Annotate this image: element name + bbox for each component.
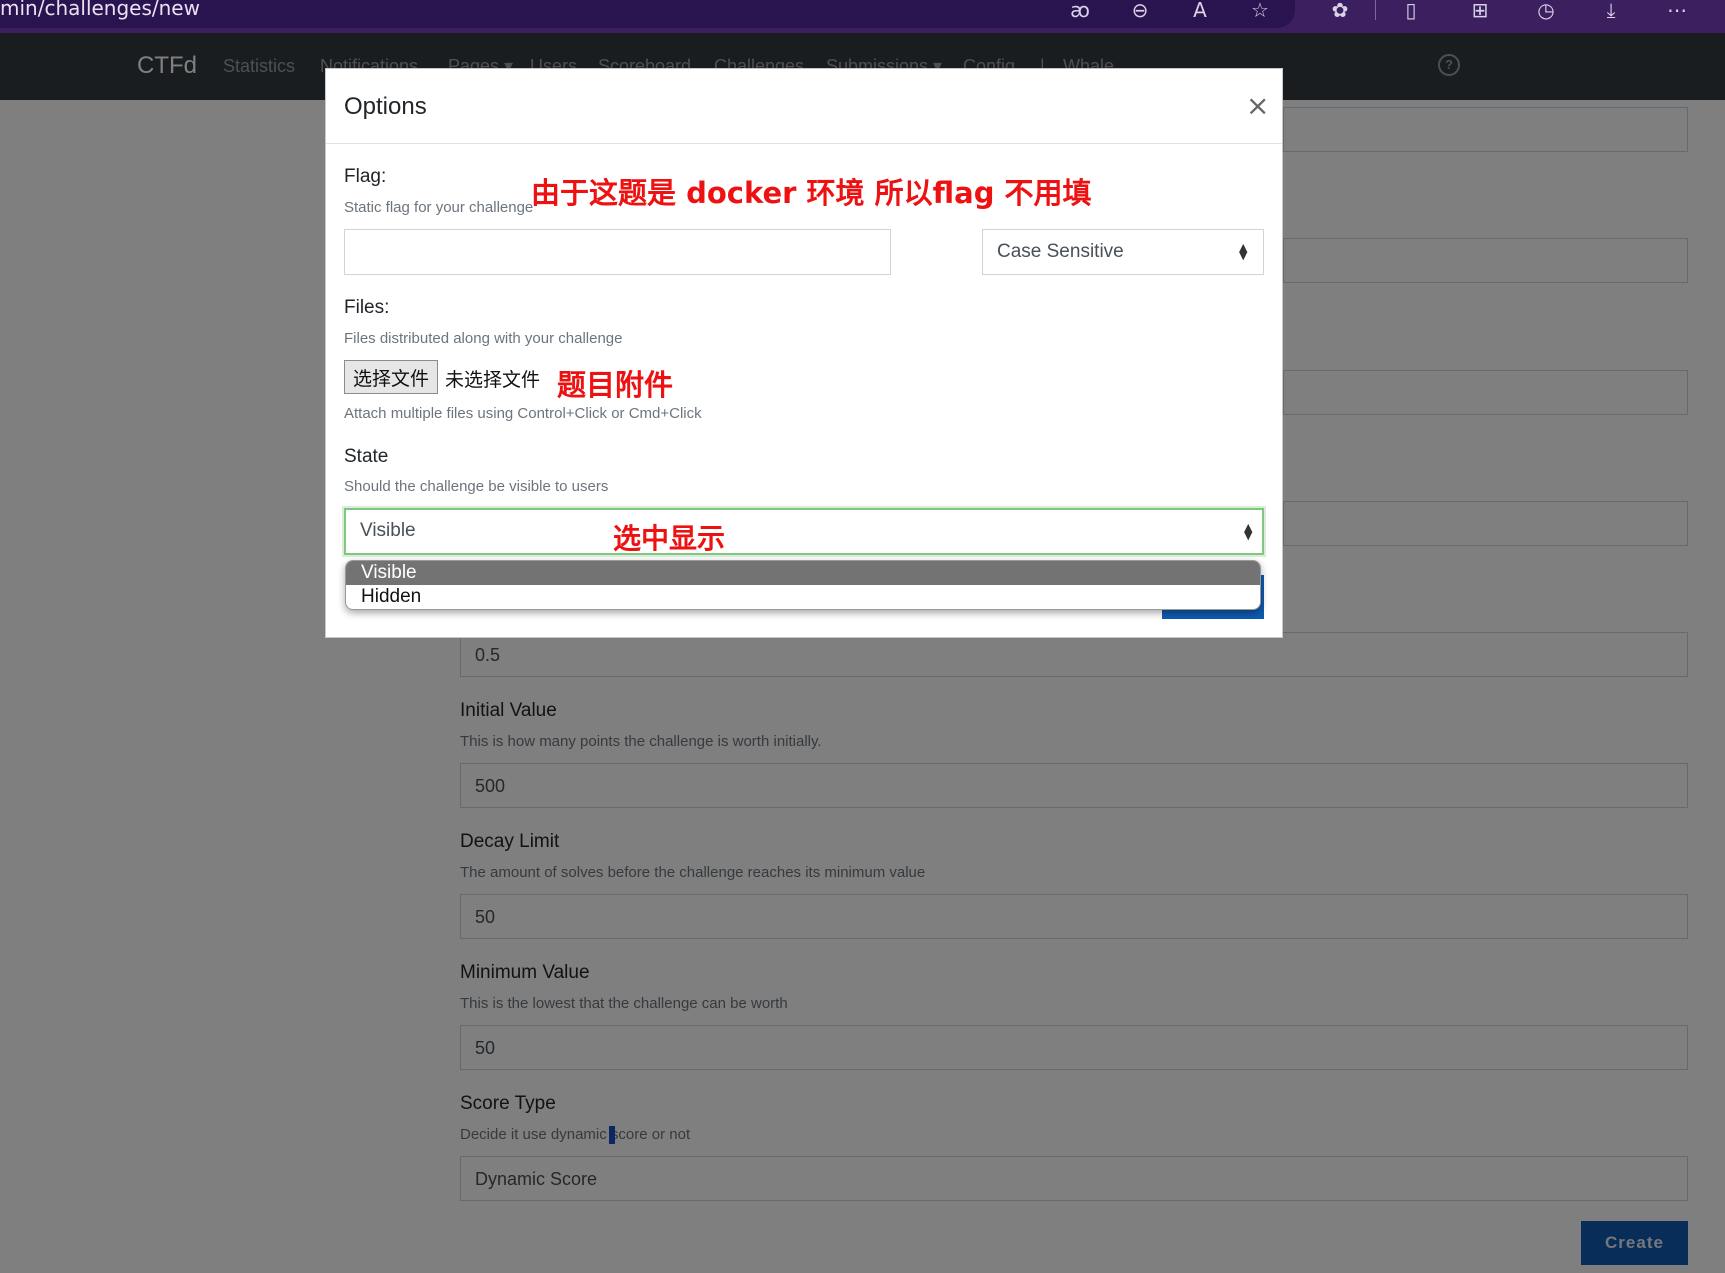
select-arrows-icon: ▲ ▼ [1244, 521, 1253, 542]
files-hint: Attach multiple files using Control+Clic… [344, 405, 702, 422]
state-label: State [344, 446, 389, 467]
download-icon[interactable]: ⤓ [1597, 0, 1625, 20]
state-select[interactable]: Visible ▲ ▼ [344, 508, 1264, 555]
close-icon[interactable]: × [1246, 89, 1269, 122]
read-aloud-icon[interactable]: A [1186, 0, 1214, 20]
extensions-icon[interactable]: ✿ [1326, 0, 1354, 20]
history-icon[interactable]: ◷ [1532, 0, 1560, 20]
address-url[interactable]: min/challenges/new [0, 0, 200, 20]
address-bar[interactable]: min/challenges/new [0, 0, 1295, 28]
flag-input[interactable] [344, 229, 891, 275]
flag-help: Static flag for your challenge [344, 199, 534, 216]
collections-icon[interactable]: ⊞ [1466, 0, 1494, 20]
modal-title: Options [344, 93, 427, 120]
choose-file-button[interactable]: 选择文件 [344, 360, 438, 394]
state-value: Visible [360, 520, 416, 541]
flag-label: Flag: [344, 166, 387, 187]
files-annotation: 题目附件 [557, 368, 674, 402]
state-annotation: 选中显示 [613, 522, 726, 555]
more-icon[interactable]: ⋯ [1663, 0, 1691, 20]
toolbar-divider [1375, 0, 1376, 20]
file-status: 未选择文件 [445, 370, 541, 391]
options-modal: Options × Flag: Static flag for your cha… [325, 68, 1283, 638]
flag-annotation: 由于这题是 docker 环境 所以flag 不用填 [531, 176, 1092, 210]
select-arrows-icon: ▲ ▼ [1239, 241, 1248, 262]
option-visible[interactable]: Visible [346, 561, 1260, 585]
favorite-star-icon[interactable]: ☆ [1246, 0, 1274, 20]
case-sensitivity-select[interactable]: Case Sensitive ▲ ▼ [982, 229, 1264, 275]
option-hidden[interactable]: Hidden [346, 585, 1260, 609]
state-help: Should the challenge be visible to users [344, 478, 609, 495]
files-label: Files: [344, 297, 390, 318]
state-dropdown-list: Visible Hidden [345, 560, 1261, 610]
files-help: Files distributed along with your challe… [344, 330, 623, 347]
translate-icon[interactable]: ꜵ [1066, 0, 1094, 20]
split-screen-icon[interactable]: ▯ [1397, 0, 1425, 20]
modal-header: Options × [326, 69, 1282, 144]
zoom-out-icon[interactable]: ⊖ [1126, 0, 1154, 20]
case-sensitivity-value: Case Sensitive [997, 241, 1124, 262]
